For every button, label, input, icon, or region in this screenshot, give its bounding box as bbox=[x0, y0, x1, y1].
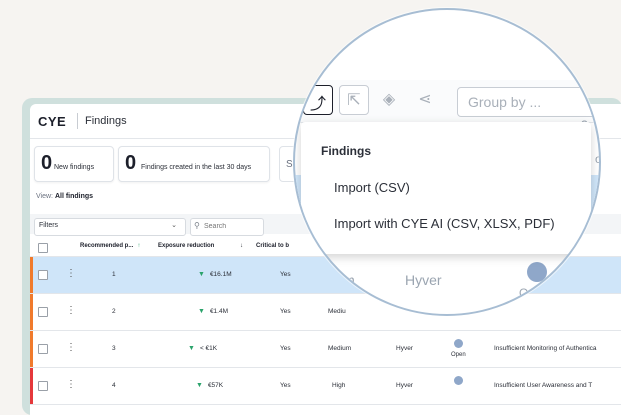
magnified-severity-card-text: Sev bbox=[295, 38, 318, 53]
down-triangle-icon: ▼ bbox=[188, 345, 195, 352]
export-icon: ⇱ bbox=[347, 92, 361, 109]
recent-findings-card[interactable]: 0 Findings created in the last 30 days bbox=[118, 146, 270, 182]
exposure-value: €1.4M bbox=[209, 308, 229, 315]
rank-cell: 4 bbox=[112, 382, 116, 389]
row-menu-icon[interactable]: ⋮ bbox=[66, 268, 76, 279]
title-cell[interactable]: Insufficient Monitoring of Authentica bbox=[494, 345, 597, 352]
cye-logo: CYE bbox=[38, 114, 67, 129]
group-by-dropdown[interactable]: Group by ... bbox=[457, 87, 599, 117]
exposure-cell: ▼ €1.4M bbox=[198, 308, 228, 315]
rank-cell: 2 bbox=[112, 308, 116, 315]
open-status-icon bbox=[454, 376, 463, 385]
magnified-open-label: Open bbox=[519, 286, 549, 300]
priority-stripe bbox=[30, 294, 33, 330]
select-all-checkbox[interactable] bbox=[38, 243, 48, 253]
critical-cell: Yes bbox=[280, 308, 291, 315]
chevron-down-icon: ⌄ bbox=[171, 222, 177, 229]
import-icon: ⤴ bbox=[309, 96, 326, 113]
recent-findings-label: Findings created in the last 30 days bbox=[141, 164, 252, 171]
down-triangle-icon: ▼ bbox=[196, 382, 203, 389]
magnifier-lens: Sev ⤴ ⇱ ◈ ⋖ Group by ... ? M ol Medium H… bbox=[293, 8, 601, 316]
magnified-open-status-icon bbox=[527, 262, 547, 282]
magnified-medium-text: Medium bbox=[305, 272, 355, 288]
row-checkbox[interactable] bbox=[38, 344, 48, 354]
share-button[interactable]: ⋖ bbox=[411, 85, 439, 113]
page-title: Findings bbox=[85, 115, 127, 127]
sort-down-icon[interactable]: ↓ bbox=[240, 243, 243, 249]
magnified-column-text: ol bbox=[595, 152, 599, 166]
priority-stripe bbox=[30, 368, 33, 404]
search-input[interactable] bbox=[204, 221, 259, 232]
sort-up-icon: ↑ bbox=[137, 243, 141, 249]
exposure-cell: ▼ €57K bbox=[196, 382, 223, 389]
menu-item-import-cye-ai[interactable]: Import with CYE AI (CSV, XLSX, PDF) bbox=[334, 216, 555, 231]
menu-header: Findings bbox=[321, 144, 371, 158]
row-checkbox[interactable] bbox=[38, 270, 48, 280]
view-selector[interactable]: View: All findings bbox=[36, 193, 93, 200]
search-icon: ⚲ bbox=[194, 221, 200, 230]
tag-icon: ◈ bbox=[382, 91, 396, 108]
exposure-value: €57K bbox=[207, 382, 224, 389]
critical-cell: Yes bbox=[280, 271, 291, 278]
menu-item-import-csv[interactable]: Import (CSV) bbox=[334, 180, 410, 195]
row-menu-icon[interactable]: ⋮ bbox=[66, 342, 76, 353]
exposure-cell: ▼ < €1K bbox=[188, 345, 217, 352]
rank-cell: 1 bbox=[112, 271, 116, 278]
column-critical[interactable]: Critical to b bbox=[256, 243, 289, 249]
export-button[interactable]: ⇱ bbox=[339, 85, 369, 115]
magnified-owner-text: Hyver bbox=[405, 272, 442, 288]
column-exposure[interactable]: Exposure reduction bbox=[158, 243, 214, 249]
filters-label: Filters bbox=[39, 222, 59, 229]
logo-divider bbox=[77, 113, 78, 129]
column-exposure-label: Exposure reduction bbox=[158, 243, 215, 249]
row-checkbox[interactable] bbox=[38, 381, 48, 391]
open-status-icon bbox=[454, 339, 463, 348]
owner-cell: Hyver bbox=[396, 382, 413, 389]
filters-dropdown[interactable]: Filters ⌄ bbox=[34, 218, 186, 236]
search-box[interactable]: ⚲ bbox=[190, 218, 264, 236]
row-checkbox[interactable] bbox=[38, 307, 48, 317]
import-button[interactable]: ⤴ bbox=[303, 85, 333, 115]
magnified-view: Sev ⤴ ⇱ ◈ ⋖ Group by ... ? M ol Medium H… bbox=[295, 10, 599, 314]
view-value: All findings bbox=[54, 193, 94, 200]
column-recommended[interactable]: Recommended p... ↑ bbox=[80, 243, 140, 249]
import-dropdown-menu: Findings Import (CSV) Import with CYE AI… bbox=[301, 122, 591, 254]
priority-stripe bbox=[30, 257, 33, 293]
view-label: View: bbox=[36, 193, 53, 200]
rank-cell: 3 bbox=[112, 345, 116, 352]
new-findings-card[interactable]: 0 New findings bbox=[34, 146, 114, 182]
recent-findings-count: 0 bbox=[125, 152, 137, 174]
exposure-value: < €1K bbox=[199, 345, 218, 352]
title-cell[interactable]: Insufficient User Awareness and T bbox=[494, 382, 592, 389]
column-recommended-label: Recommended p... bbox=[80, 243, 134, 249]
table-row[interactable]: ⋮ 4 ▼ €57K Yes High Hyver Insufficient Us… bbox=[30, 368, 621, 405]
owner-cell: Hyver bbox=[396, 345, 413, 352]
critical-cell: Yes bbox=[280, 382, 291, 389]
row-menu-icon[interactable]: ⋮ bbox=[66, 305, 76, 316]
status-label: Open bbox=[451, 352, 466, 358]
critical-cell: Yes bbox=[280, 345, 291, 352]
new-findings-label: New findings bbox=[54, 164, 95, 171]
table-row[interactable]: ⋮ 3 ▼ < €1K Yes Medium Hyver Open Insuffi… bbox=[30, 331, 621, 368]
exposure-cell: ▼ €16.1M bbox=[198, 271, 232, 278]
down-triangle-icon: ▼ bbox=[198, 271, 205, 278]
severity-cell: Medium bbox=[328, 345, 352, 352]
row-menu-icon[interactable]: ⋮ bbox=[66, 379, 76, 390]
share-icon: ⋖ bbox=[418, 91, 432, 108]
new-findings-count: 0 bbox=[41, 152, 53, 174]
down-triangle-icon: ▼ bbox=[198, 308, 205, 315]
exposure-value: €16.1M bbox=[209, 271, 232, 278]
severity-cell: High bbox=[332, 382, 346, 389]
group-by-label: Group by ... bbox=[468, 94, 542, 110]
tag-button[interactable]: ◈ bbox=[375, 85, 403, 113]
priority-stripe bbox=[30, 331, 33, 367]
